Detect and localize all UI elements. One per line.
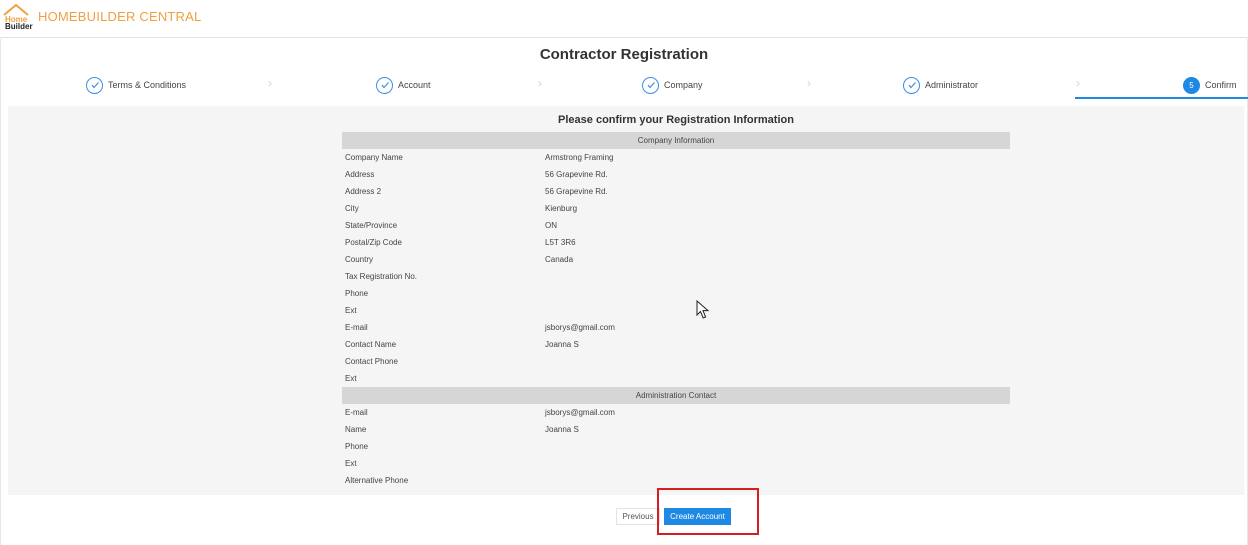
row-label: Address 2 [345,187,382,196]
check-icon [86,76,103,94]
info-row: Postal/Zip Code L5T 3R6 [342,234,1010,251]
row-value: Canada [545,255,574,264]
info-row: Ext [342,302,1010,319]
info-row: Ext [342,370,1010,387]
registration-steps: Terms & Conditions › Account › Company ›… [0,72,1248,100]
row-value: L5T 3R6 [545,238,576,247]
info-row: E-mail jsborys@gmail.com [342,319,1010,336]
step-number-badge: 5 [1183,76,1200,94]
row-value: Joanna S [545,340,579,349]
brand-name[interactable]: HOMEBUILDER CENTRAL [38,9,201,24]
row-label: Country [345,255,374,264]
step-account[interactable]: Account [376,74,431,96]
info-row: Contact Phone [342,353,1010,370]
row-label: Ext [345,459,357,468]
step-company[interactable]: Company [642,74,703,96]
check-icon [642,76,659,94]
row-value: jsborys@gmail.com [545,323,615,332]
step-terms-conditions[interactable]: Terms & Conditions [86,74,186,96]
check-icon [376,76,393,94]
row-value: 56 Grapevine Rd. [545,187,608,196]
info-row: Company Name Armstrong Framing [342,149,1010,166]
row-label: State/Province [345,221,398,230]
active-step-underline [1075,97,1248,99]
step-label: Company [664,80,703,90]
row-label: Contact Phone [345,357,398,366]
mouse-pointer-icon [696,299,710,325]
info-row: Address 56 Grapevine Rd. [342,166,1010,183]
info-row: Alternative Phone [342,472,1010,489]
info-row: State/Province ON [342,217,1010,234]
company-info-header: Company Information [342,132,1010,149]
info-row: Phone [342,285,1010,302]
row-label: Postal/Zip Code [345,238,402,247]
row-value: ON [545,221,557,230]
info-row: City Kienburg [342,200,1010,217]
home-builder-logo[interactable]: Home Builder [3,3,33,31]
step-confirm[interactable]: 5 Confirm [1183,74,1237,96]
step-administrator[interactable]: Administrator [903,74,978,96]
row-value: jsborys@gmail.com [545,408,615,417]
row-label: Alternative Phone [345,476,409,485]
row-value: Armstrong Framing [545,153,614,162]
step-label: Account [398,80,431,90]
row-label: Phone [345,442,369,451]
page-title: Contractor Registration [539,46,709,63]
chevron-right-icon: › [807,76,811,90]
row-label: Address [345,170,375,179]
step-label: Terms & Conditions [108,80,187,90]
row-value: 56 Grapevine Rd. [545,170,608,179]
check-icon [903,76,920,94]
chevron-right-icon: › [1076,76,1080,90]
info-row: Phone [342,438,1010,455]
highlight-box [657,488,759,535]
row-label: Name [345,425,367,434]
step-label: Administrator [925,80,979,90]
info-row: Ext [342,455,1010,472]
logo-builder-text: Builder [5,22,33,31]
admin-contact-header: Administration Contact [342,387,1010,404]
row-value: Kienburg [545,204,578,213]
info-row: Name Joanna S [342,421,1010,438]
row-label: Ext [345,306,357,315]
top-bar: Home Builder HOMEBUILDER CENTRAL [0,0,1248,38]
row-label: E-mail [345,408,368,417]
row-label: Tax Registration No. [345,272,418,281]
row-label: Phone [345,289,369,298]
info-row: Contact Name Joanna S [342,336,1010,353]
row-label: Company Name [345,153,403,162]
row-label: Contact Name [345,340,397,349]
previous-button[interactable]: Previous [616,508,660,525]
row-label: E-mail [345,323,368,332]
row-value: Joanna S [545,425,579,434]
row-label: Ext [345,374,357,383]
info-row: Address 2 56 Grapevine Rd. [342,183,1010,200]
info-row: Tax Registration No. [342,268,1010,285]
confirm-heading: Please confirm your Registration Informa… [558,114,794,126]
info-row: E-mail jsborys@gmail.com [342,404,1010,421]
step-label: Confirm [1205,80,1237,90]
row-label: City [345,204,359,213]
chevron-right-icon: › [538,76,542,90]
chevron-right-icon: › [268,76,272,90]
info-row: Country Canada [342,251,1010,268]
